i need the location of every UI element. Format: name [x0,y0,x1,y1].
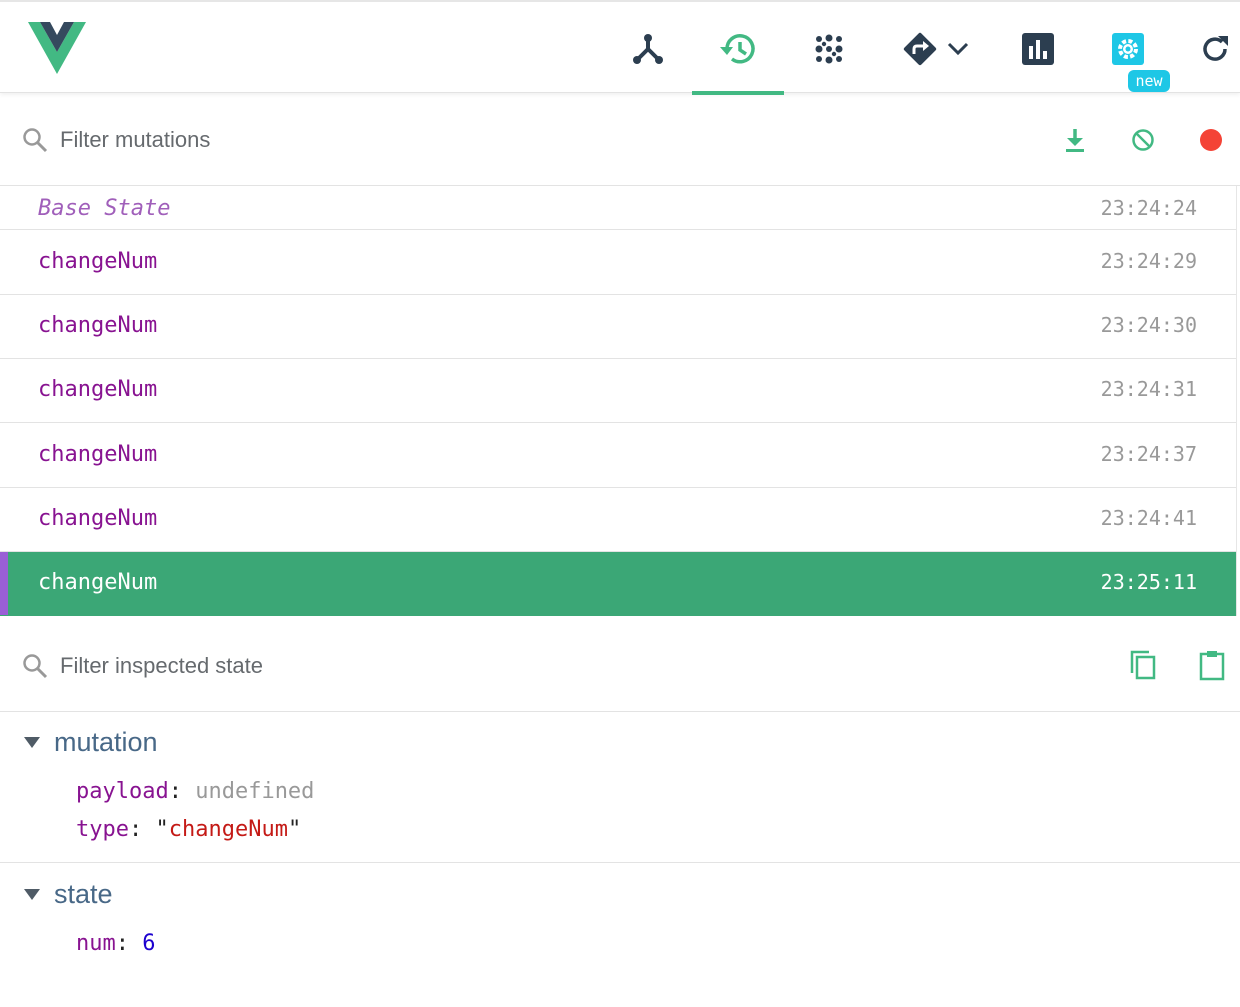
property-key: payload [76,779,169,804]
mutation-time: 23:24:31 [1100,377,1197,401]
directions-icon [903,32,937,65]
filter-state-input[interactable] [60,652,760,679]
mutation-time: 23:24:30 [1100,313,1197,337]
caret-down-icon [24,889,40,900]
refresh-icon [1203,35,1228,61]
property-value: changeNum [168,817,288,842]
tab-routing[interactable] [890,4,980,93]
base-state-row[interactable]: Base State 23:24:24 [0,186,1236,230]
mutation-row[interactable]: changeNum 23:24:41 [0,488,1236,552]
devtools-toolbar: new [0,0,1240,95]
search-icon [23,653,48,678]
state-section-toggle[interactable]: state [24,879,113,910]
search-icon [23,127,48,152]
mutation-row[interactable]: changeNum 23:25:11 [0,552,1236,616]
tree-icon [633,33,663,64]
divider [0,862,1240,863]
tab-events[interactable] [783,4,875,93]
mutation-time: 23:24:37 [1100,442,1197,466]
payload-property: payload: undefined [76,779,315,804]
type-property: type: "changeNum" [76,817,302,842]
section-title: state [54,879,113,909]
mutation-filter-bar [0,94,1240,186]
mutation-row[interactable]: changeNum 23:24:37 [0,424,1236,488]
record-button[interactable] [1198,128,1224,152]
mutation-row[interactable]: changeNum 23:24:30 [0,295,1236,359]
tab-performance[interactable] [992,4,1084,93]
record-icon [1200,129,1222,151]
clipboard-icon [1199,651,1225,681]
paste-state-button[interactable] [1197,648,1227,682]
mutation-name: changeNum [38,377,158,402]
mutation-row[interactable]: changeNum 23:24:29 [0,231,1236,295]
mutation-time: 23:24:29 [1100,249,1197,273]
block-icon [1132,129,1154,151]
property-key: num [76,931,116,956]
filter-mutations-input[interactable] [60,126,760,153]
mutation-time: 23:24:41 [1100,506,1197,530]
num-property: num: 6 [76,931,156,956]
tab-vuex[interactable] [692,4,784,95]
history-icon [720,33,755,63]
mutation-name: changeNum [38,442,158,467]
copy-state-button[interactable] [1128,648,1158,682]
mutation-name: changeNum [38,570,158,595]
bar-chart-icon [1022,32,1054,65]
gear-icon [1112,32,1144,65]
property-key: type [76,817,129,842]
mutation-row[interactable]: changeNum 23:24:31 [0,359,1236,423]
caret-down-icon [24,737,40,748]
dots-grid-icon [815,34,843,63]
state-section: state num: 6 [0,865,1240,1005]
refresh-button[interactable] [1190,4,1240,93]
section-title: mutation [54,727,158,757]
mutation-name: changeNum [38,249,158,274]
chevron-down-icon [947,42,969,55]
tab-components[interactable] [602,4,694,93]
mutation-section: mutation payload: undefined type: "chang… [0,713,1240,863]
mutation-section-toggle[interactable]: mutation [24,727,158,758]
copy-icon [1130,650,1156,680]
mutation-list: Base State 23:24:24 changeNum 23:24:29 chang… [0,186,1237,616]
vue-logo-icon [28,22,86,74]
export-button[interactable] [1062,126,1088,154]
mutation-time: 23:24:24 [1100,196,1197,220]
mutation-name: changeNum [38,506,158,531]
property-value: undefined [195,779,315,804]
property-value: 6 [142,931,156,956]
mutation-time: 23:25:11 [1100,570,1197,594]
mutation-name: changeNum [38,313,158,338]
mutation-name: Base State [38,196,171,221]
download-icon [1066,129,1084,152]
clear-button[interactable] [1130,127,1156,153]
state-filter-bar [0,620,1240,712]
new-badge: new [1128,70,1170,92]
